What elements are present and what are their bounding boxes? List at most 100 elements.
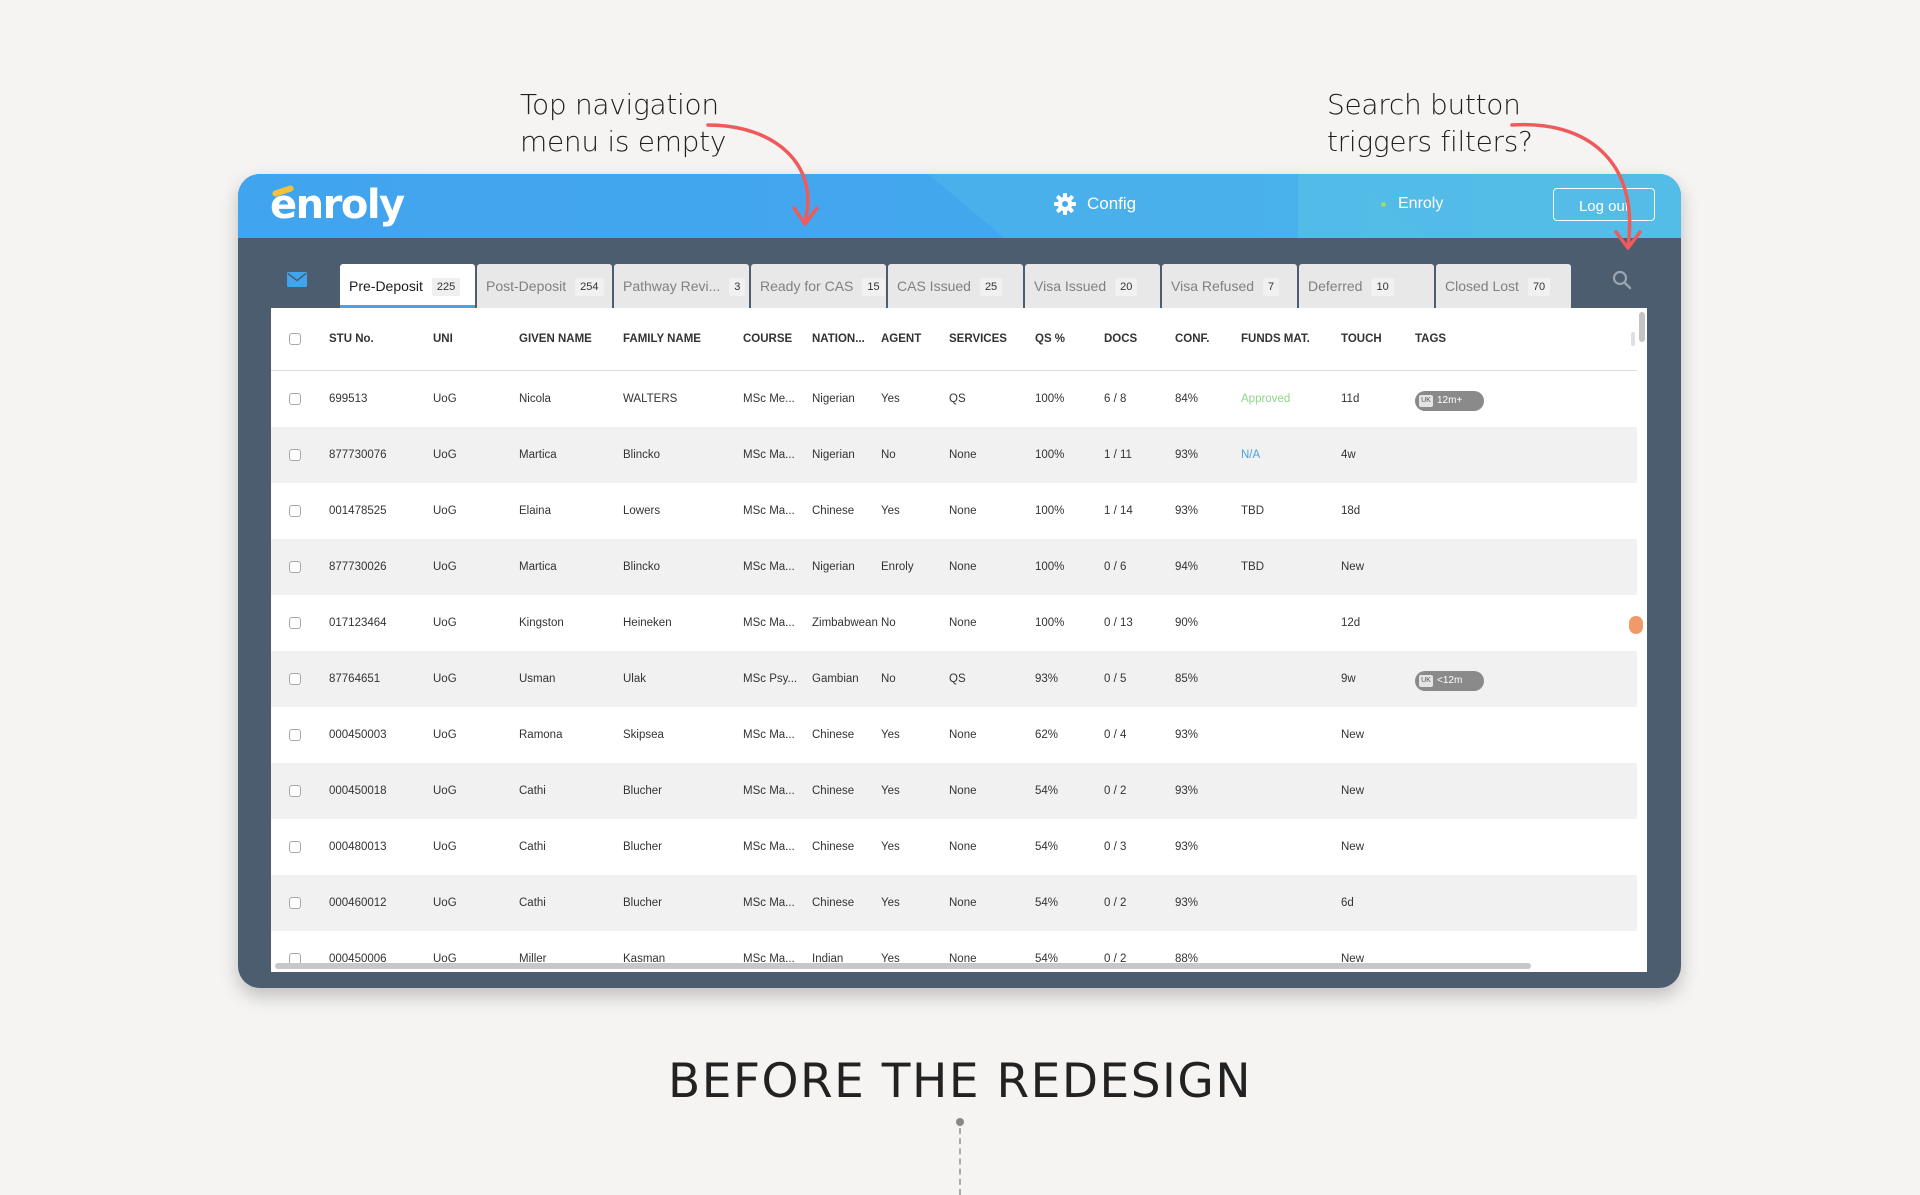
tag-label: <12m: [1437, 675, 1463, 686]
row-checkbox[interactable]: [289, 897, 301, 909]
logout-button[interactable]: Log out: [1553, 188, 1655, 221]
cell-qs-percent: 100%: [1035, 505, 1065, 517]
tag-chip[interactable]: UK <12m: [1415, 671, 1484, 691]
cell-services: QS: [949, 393, 966, 405]
cell-uni: UoG: [433, 785, 457, 797]
column-header-funds-mat[interactable]: FUNDS MAT.: [1241, 308, 1310, 370]
column-header-qs-percent[interactable]: QS %: [1035, 308, 1065, 370]
app-window: enroly Config Enroly Log out Pre-Deposit…: [238, 174, 1681, 988]
column-header-agent[interactable]: AGENT: [881, 308, 921, 370]
cell-funds-mat: N/A: [1241, 449, 1261, 461]
row-checkbox[interactable]: [289, 617, 301, 629]
table-row[interactable]: 877730076 UoG Martica Blincko MSc Ma... Niger…: [271, 427, 1637, 483]
tab-pathway-revi[interactable]: Pathway Revi... 3: [614, 264, 749, 308]
tab-cas-issued[interactable]: CAS Issued 25: [888, 264, 1023, 308]
cell-stu-no[interactable]: 017123464: [329, 595, 425, 651]
tab-closed-lost[interactable]: Closed Lost 70: [1436, 264, 1571, 308]
horizontal-scrollbar-thumb[interactable]: [275, 963, 1531, 969]
column-header-docs[interactable]: DOCS: [1104, 308, 1137, 370]
column-header-family-name[interactable]: FAMILY NAME: [623, 308, 701, 370]
table-row[interactable]: 87764651 UoG Usman Ulak MSc Psy... Gambian No Q…: [271, 651, 1637, 707]
cell-services: QS: [949, 673, 966, 685]
column-header-tags[interactable]: TAGS: [1415, 308, 1446, 370]
config-label: Config: [1087, 194, 1137, 213]
tab-deferred[interactable]: Deferred 10: [1299, 264, 1434, 308]
row-checkbox[interactable]: [289, 561, 301, 573]
notification-indicator[interactable]: [1629, 616, 1643, 634]
column-header-services[interactable]: SERVICES: [949, 308, 1007, 370]
user-menu[interactable]: Enroly: [1381, 195, 1443, 213]
column-header-uni[interactable]: UNI: [433, 308, 453, 370]
cell-services: None: [949, 617, 977, 629]
config-button[interactable]: Config: [1053, 192, 1136, 216]
cell-given-name: Kingston: [519, 617, 564, 629]
vertical-scrollbar[interactable]: [1637, 308, 1647, 972]
cell-nationality: Chinese: [812, 505, 855, 517]
cell-course: MSc Ma...: [743, 561, 795, 573]
column-header-touch[interactable]: TOUCH: [1341, 308, 1382, 370]
table-row[interactable]: 000480013 UoG Cathi Blucher MSc Ma... Chinese…: [271, 819, 1637, 875]
cell-nationality: Chinese: [812, 841, 855, 853]
cell-touch: New: [1341, 729, 1365, 741]
cell-services: None: [949, 785, 977, 797]
column-header-stu-no[interactable]: STU No.: [329, 308, 374, 370]
vertical-scrollbar-thumb[interactable]: [1639, 312, 1645, 342]
tab-visa-refused[interactable]: Visa Refused 7: [1162, 264, 1297, 308]
column-resize-handle[interactable]: [1631, 332, 1635, 346]
cell-stu-no[interactable]: 000450003: [329, 707, 425, 763]
column-header-given-name[interactable]: GIVEN NAME: [519, 308, 592, 370]
tab-label: Pathway Revi...: [623, 278, 721, 294]
timeline-dot: [956, 1118, 964, 1126]
mail-icon[interactable]: [287, 272, 307, 287]
row-checkbox[interactable]: [289, 841, 301, 853]
row-checkbox[interactable]: [289, 449, 301, 461]
tab-post-deposit[interactable]: Post-Deposit 254: [477, 264, 612, 308]
cell-conf: 93%: [1175, 897, 1199, 909]
cell-stu-no[interactable]: 000480013: [329, 819, 425, 875]
cell-touch: 12d: [1341, 617, 1361, 629]
cell-stu-no[interactable]: 000450018: [329, 763, 425, 819]
cell-stu-no[interactable]: 001478525: [329, 483, 425, 539]
cell-stu-no[interactable]: 699513: [329, 371, 425, 427]
table-row[interactable]: 000450018 UoG Cathi Blucher MSc Ma... Chinese…: [271, 763, 1637, 819]
cell-services: None: [949, 505, 977, 517]
table-row[interactable]: 877730026 UoG Martica Blincko MSc Ma... Niger…: [271, 539, 1637, 595]
cell-nationality: Chinese: [812, 785, 855, 797]
cell-conf: 93%: [1175, 841, 1199, 853]
table-row[interactable]: 001478525 UoG Elaina Lowers MSc Ma... Chinese…: [271, 483, 1637, 539]
cell-docs: 1 / 14: [1104, 505, 1133, 517]
cell-services: None: [949, 449, 977, 461]
table-row[interactable]: 017123464 UoG Kingston Heineken MSc Ma... Zim…: [271, 595, 1637, 651]
cell-given-name: Usman: [519, 673, 556, 685]
cell-stu-no[interactable]: 87764651: [329, 651, 425, 707]
column-header-course[interactable]: COURSE: [743, 308, 792, 370]
tag-chip[interactable]: UK 12m+: [1415, 391, 1484, 411]
row-checkbox[interactable]: [289, 393, 301, 405]
cell-touch: 6d: [1341, 897, 1354, 909]
search-icon[interactable]: [1612, 270, 1632, 290]
cell-stu-no[interactable]: 000460012: [329, 875, 425, 931]
table-row[interactable]: 000450003 UoG Ramona Skipsea MSc Ma... Chines…: [271, 707, 1637, 763]
cell-funds-mat: [1241, 707, 1337, 763]
cell-stu-no[interactable]: 877730076: [329, 427, 425, 483]
cell-stu-no[interactable]: 877730026: [329, 539, 425, 595]
column-header-conf[interactable]: CONF.: [1175, 308, 1210, 370]
row-checkbox[interactable]: [289, 673, 301, 685]
row-checkbox[interactable]: [289, 729, 301, 741]
user-label: Enroly: [1398, 195, 1444, 212]
row-checkbox[interactable]: [289, 785, 301, 797]
cell-nationality: Chinese: [812, 729, 855, 741]
tab-ready-for-cas[interactable]: Ready for CAS 15: [751, 264, 886, 308]
students-table: STU No. UNI GIVEN NAME FAMILY NAME COURSE NAT…: [271, 308, 1647, 972]
cell-family-name: Skipsea: [623, 729, 664, 741]
select-all-checkbox[interactable]: [289, 333, 301, 345]
table-row[interactable]: 699513 UoG Nicola WALTERS MSc Me... Nigerian Y…: [271, 371, 1637, 427]
row-checkbox[interactable]: [289, 505, 301, 517]
cell-uni: UoG: [433, 897, 457, 909]
cell-uni: UoG: [433, 449, 457, 461]
table-row[interactable]: 000460012 UoG Cathi Blucher MSc Ma... Chinese…: [271, 875, 1637, 931]
column-header-nationality[interactable]: NATION...: [812, 308, 865, 370]
tab-visa-issued[interactable]: Visa Issued 20: [1025, 264, 1160, 308]
cell-course: MSc Ma...: [743, 505, 795, 517]
tab-pre-deposit[interactable]: Pre-Deposit 225: [340, 264, 475, 308]
